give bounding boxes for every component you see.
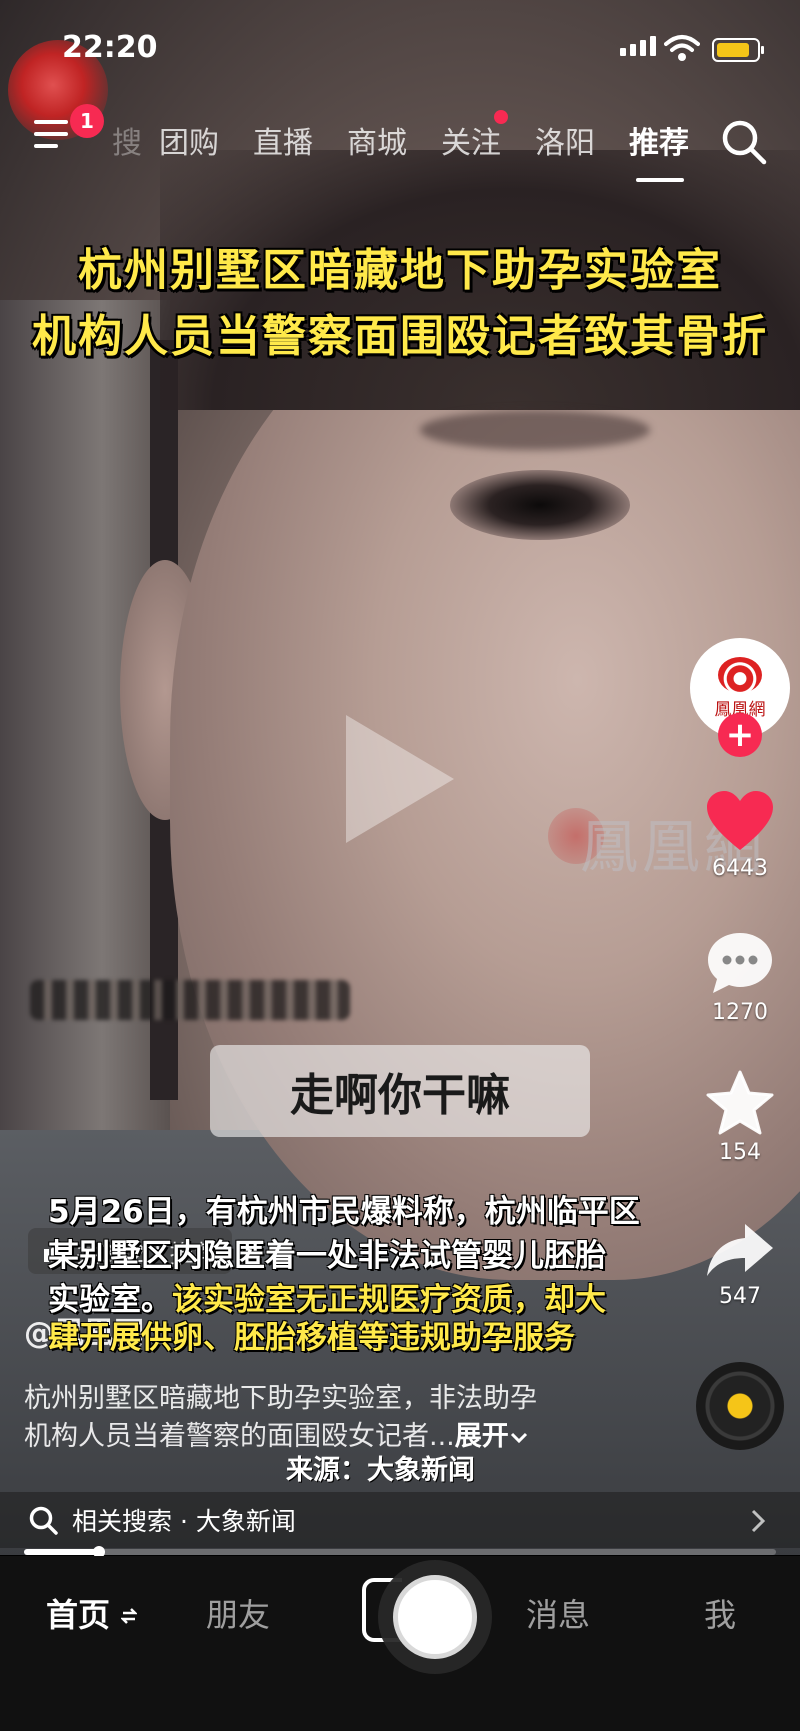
video-caption-line2: 某别墅区内隐匿着一处非法试管婴儿胚胎 (48, 1238, 606, 1274)
video-progress-bar[interactable] (24, 1546, 776, 1558)
search-icon[interactable] (720, 118, 768, 166)
camera-shutter-icon (393, 1575, 477, 1659)
favorite-count: 154 (719, 1140, 761, 1165)
post-description-line1: 杭州别墅区暗藏地下助孕实验室，非法助孕 (24, 1383, 537, 1414)
tab-following-label: 关注 (441, 126, 501, 161)
tab-home[interactable]: 首页 (46, 1590, 139, 1636)
heart-icon (707, 791, 773, 850)
video-source: 来源：大象新闻 (286, 1455, 475, 1486)
swap-arrows-icon (120, 1608, 139, 1624)
phoenix-logo-icon (718, 656, 762, 693)
tab-local[interactable]: 洛阳 (518, 118, 612, 164)
tab-home-label: 首页 (46, 1596, 111, 1634)
video-brow (420, 410, 650, 450)
top-tabs: 搜 团购 直播 商城 关注 洛阳 推荐 (96, 110, 706, 182)
wifi-icon (664, 35, 700, 61)
chevron-down-icon (510, 1432, 527, 1444)
follow-plus-button[interactable]: + (718, 713, 762, 757)
tab-me[interactable]: 我 (704, 1590, 736, 1636)
video-progress-fill (24, 1549, 100, 1555)
cellular-signal-icon (620, 36, 656, 56)
comment-button[interactable]: 1270 (690, 930, 790, 1025)
blurred-text-overlay (30, 980, 350, 1020)
like-button[interactable]: 6443 (690, 790, 790, 881)
music-disc-icon[interactable] (696, 1362, 784, 1450)
related-search-bar[interactable]: 相关搜索 · 大象新闻 (0, 1492, 800, 1548)
share-button[interactable]: 547 (690, 1220, 790, 1309)
menu-button[interactable] (34, 118, 74, 154)
tab-mall[interactable]: 商城 (330, 118, 424, 164)
tab-following[interactable]: 关注 (424, 110, 518, 164)
comment-count: 1270 (712, 1000, 768, 1025)
chevron-right-icon (751, 1509, 766, 1533)
video-headline-line2: 机构人员当警察面围殴记者致其骨折 (32, 311, 768, 362)
battery-icon (712, 38, 764, 62)
battery-level (717, 43, 750, 57)
tab-friends[interactable]: 朋友 (206, 1590, 270, 1636)
video-eye (450, 470, 630, 540)
video-caption-line1: 5月26日，有杭州市民爆料称，杭州临平区 (48, 1194, 640, 1230)
tab-search-partial[interactable]: 搜 (96, 118, 142, 164)
tab-group-buy[interactable]: 团购 (142, 118, 236, 164)
status-time: 22:20 (62, 30, 158, 65)
tab-messages[interactable]: 消息 (526, 1590, 590, 1636)
new-content-dot (494, 110, 508, 124)
share-arrow-icon (707, 1224, 773, 1276)
video-subtitle: 走啊你干嘛 (210, 1045, 590, 1137)
share-count: 547 (719, 1284, 761, 1309)
favorite-button[interactable]: 154 (690, 1070, 790, 1165)
star-icon (706, 1070, 774, 1135)
play-icon[interactable] (346, 715, 454, 843)
tab-live[interactable]: 直播 (236, 118, 330, 164)
video-caption-line4: 肆开展供卵、胚胎移植等违规助孕服务 (48, 1320, 575, 1356)
comment-icon (708, 933, 772, 993)
video-headline-line1: 杭州别墅区暗藏地下助孕实验室 (78, 245, 722, 296)
like-count: 6443 (712, 856, 768, 881)
tab-recommend[interactable]: 推荐 (612, 118, 706, 182)
search-icon (29, 1506, 58, 1535)
camera-capture-button[interactable] (362, 1560, 512, 1675)
related-search-label: 相关搜索 · 大象新闻 (72, 1507, 296, 1536)
